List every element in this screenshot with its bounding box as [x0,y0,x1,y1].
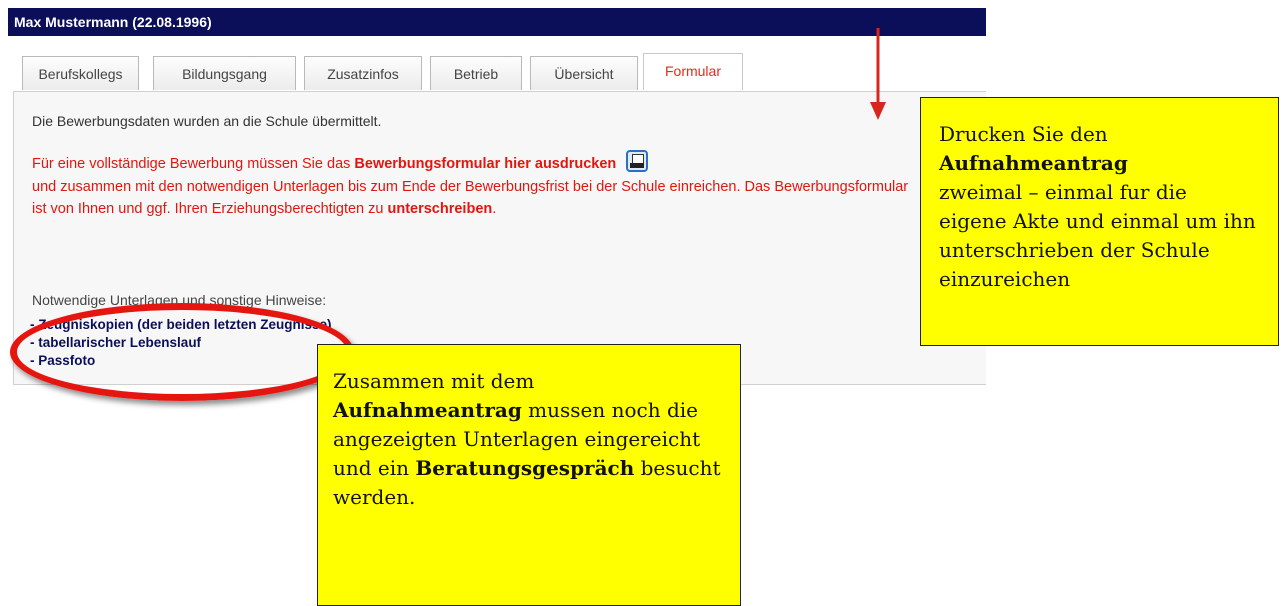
arrow-down-icon [870,28,886,120]
applicant-header: Max Mustermann (22.08.1996) [8,8,986,36]
callout-right-line1: Drucken Sie den [939,122,1108,146]
tab-berufskollegs[interactable]: Berufskollegs [22,56,139,90]
sign-emphasis: unterschreiben [387,201,493,218]
tab-formular[interactable]: Formular [643,53,743,90]
callout-print-twice: Drucken Sie den Aufnahmeantrag zweimal –… [920,97,1279,346]
callout-right-bold: Aufnahmeantrag [939,151,1128,175]
hints-heading: Notwendige Unterlagen und sonstige Hinwe… [32,292,327,308]
submission-status-text: Die Bewerbungsdaten wurden an die Schule… [32,113,382,129]
applicant-name: Max Mustermann (22.08.1996) [14,14,212,30]
print-form-link[interactable]: Bewerbungsformular hier ausdrucken [354,156,616,172]
instructions-part-1: Für eine vollständige Bewerbung müssen S… [32,156,355,172]
callout-bottom-bold1: Aufnahmeantrag [333,398,522,422]
tab-bildungsgang[interactable]: Bildungsgang [153,56,296,90]
callout-right-rest: zweimal – einmal fur die eigene Akte und… [939,180,1256,291]
tab-betrieb[interactable]: Betrieb [430,56,522,90]
callout-bottom-bold2: Beratungsgespräch [415,456,635,480]
callout-bottom-part1: Zusammen mit dem [333,369,535,393]
print-instructions: Für eine vollständige Bewerbung müssen S… [32,150,922,221]
tab-uebersicht[interactable]: Übersicht [530,56,638,90]
document-item: - Zeugniskopien (der beiden letzten Zeug… [30,317,332,332]
callout-documents-consultation: Zusammen mit dem Aufnahmeantrag mussen n… [317,344,741,606]
required-documents-list: - Zeugniskopien (der beiden letzten Zeug… [30,316,332,370]
tab-zusatzinfos[interactable]: Zusatzinfos [304,56,422,90]
printer-icon[interactable] [626,150,649,172]
document-item: - tabellarischer Lebenslauf [30,335,202,350]
document-item: - Passfoto [30,353,96,368]
